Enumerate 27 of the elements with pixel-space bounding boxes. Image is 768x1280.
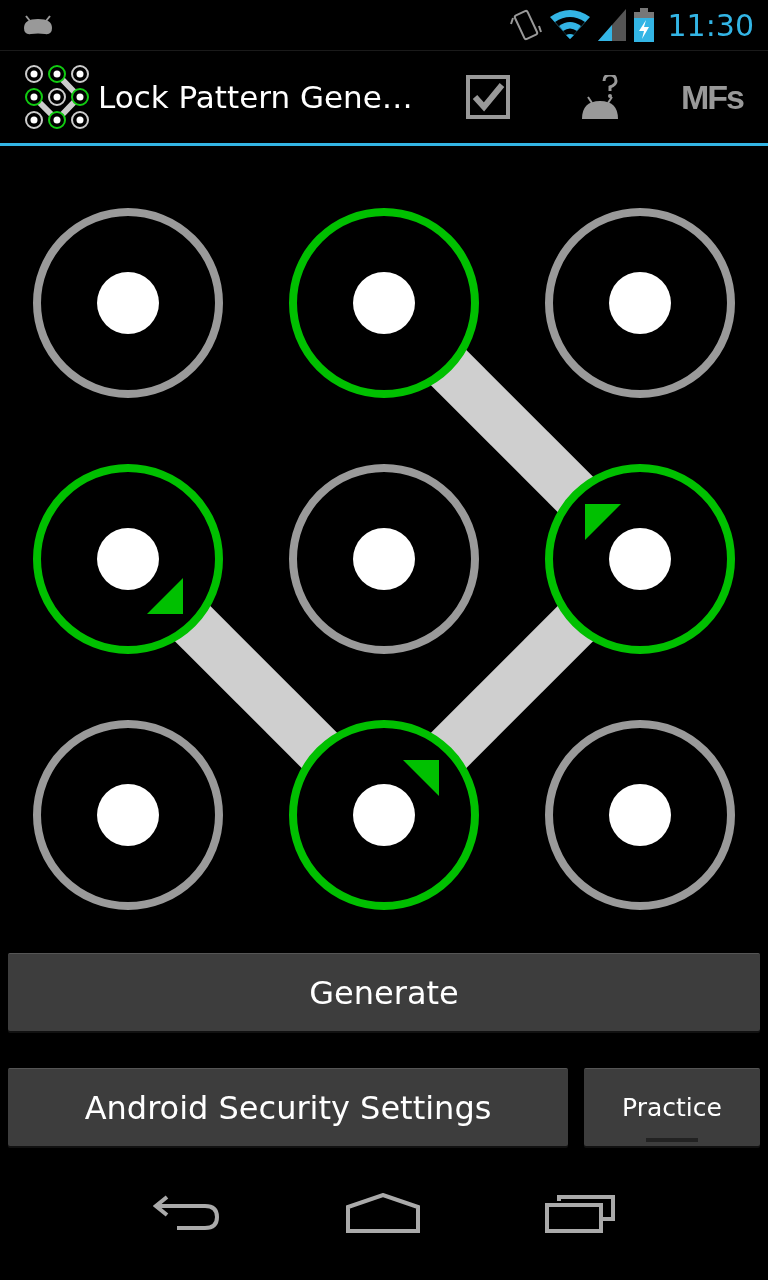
pattern-dot[interactable] [289,208,479,398]
logo-button[interactable]: MFs [656,57,768,137]
generate-button[interactable]: Generate [8,953,760,1031]
battery-charging-icon [633,8,654,42]
pattern-dot[interactable] [33,464,223,654]
pattern-dot[interactable] [545,464,735,654]
app-title: Lock Pattern Gene… [98,79,413,115]
recent-apps-icon[interactable] [545,1193,616,1233]
pattern-dot[interactable] [289,720,479,910]
pattern-dot[interactable] [289,464,479,654]
home-icon[interactable] [346,1193,420,1233]
pattern-dot[interactable] [545,208,735,398]
practice-button[interactable]: Practice [584,1068,760,1146]
arrow-icon [147,578,183,614]
pattern-dot[interactable] [545,720,735,910]
app-icon [24,64,90,130]
status-time: 11:30 [667,7,754,43]
pattern-dot[interactable] [33,208,223,398]
pattern-dot[interactable] [33,720,223,910]
security-settings-button[interactable]: Android Security Settings [8,1068,568,1146]
wifi-icon [549,9,590,41]
arrow-icon [585,504,621,540]
signal-icon [597,9,626,41]
android-notification-icon [22,14,54,36]
arrow-icon [403,760,439,796]
back-icon[interactable] [152,1195,221,1231]
vibrate-icon [509,8,542,42]
